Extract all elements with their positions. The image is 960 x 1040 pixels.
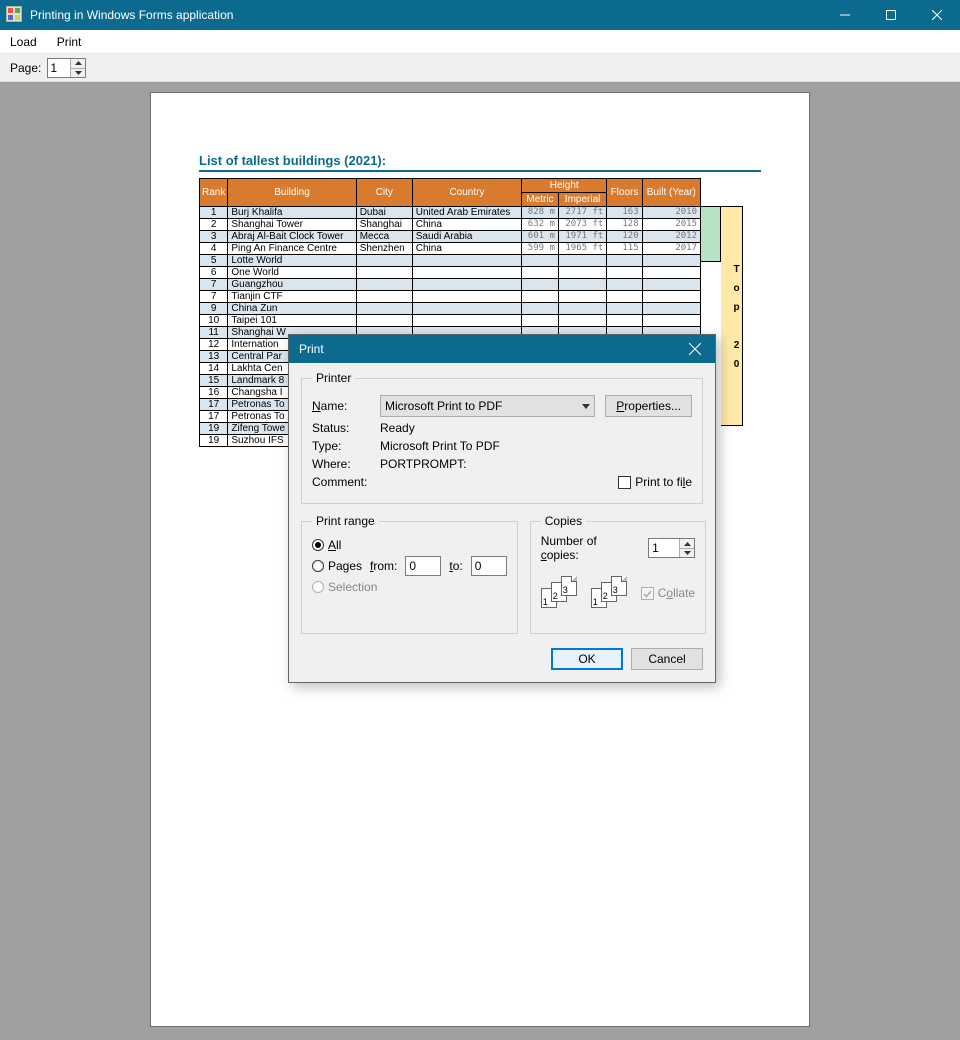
- comment-label: Comment:: [312, 475, 380, 489]
- page-label: Page:: [10, 61, 41, 75]
- th-floors: Floors: [607, 179, 642, 207]
- chevron-down-icon: [582, 404, 590, 409]
- printer-select[interactable]: Microsoft Print to PDF: [380, 395, 595, 417]
- th-rank: Rank: [200, 179, 228, 207]
- ok-button[interactable]: OK: [551, 648, 623, 670]
- top20-sidebar: Top 20: [721, 206, 743, 426]
- table-row: 7Guangzhou: [200, 279, 701, 291]
- top5-sidebar: [701, 206, 721, 262]
- range-all-radio[interactable]: All: [312, 538, 341, 552]
- printer-name-label: Name:: [312, 399, 380, 413]
- page-spin-down[interactable]: [71, 68, 85, 77]
- table-row: 5Lotte World: [200, 255, 701, 267]
- cancel-button[interactable]: Cancel: [631, 648, 703, 670]
- table-row: 4Ping An Finance CentreShenzhenChina599 …: [200, 243, 701, 255]
- from-label: from:: [370, 559, 397, 573]
- menu-load[interactable]: Load: [0, 33, 47, 51]
- copies-input[interactable]: [649, 539, 679, 557]
- table-row: 1Burj KhalifaDubaiUnited Arab Emirates82…: [200, 207, 701, 219]
- table-row: 9China Zun: [200, 303, 701, 315]
- document-title: List of tallest buildings (2021):: [199, 153, 761, 172]
- table-row: 3Abraj Al-Bait Clock TowerMeccaSaudi Ara…: [200, 231, 701, 243]
- where-label: Where:: [312, 457, 380, 471]
- properties-button[interactable]: Properties...: [605, 395, 692, 417]
- copies-legend: Copies: [541, 514, 586, 528]
- to-label: to:: [449, 559, 462, 573]
- type-value: Microsoft Print To PDF: [380, 439, 500, 453]
- window-titlebar: Printing in Windows Forms application: [0, 0, 960, 30]
- page-spin-up[interactable]: [71, 59, 85, 68]
- from-input[interactable]: [405, 556, 441, 576]
- th-height: Height: [522, 179, 607, 193]
- collate-icon: 321: [591, 576, 635, 610]
- preview-area: List of tallest buildings (2021): Rank B…: [0, 82, 960, 1040]
- th-built: Built (Year): [642, 179, 700, 207]
- minimize-button[interactable]: [822, 0, 868, 30]
- range-pages-radio[interactable]: Pages: [312, 559, 362, 573]
- collate-checkbox: Collate: [641, 586, 695, 600]
- app-icon: [6, 6, 24, 24]
- table-row: 2Shanghai TowerShanghaiChina632 m2073 ft…: [200, 219, 701, 231]
- status-value: Ready: [380, 421, 415, 435]
- maximize-button[interactable]: [868, 0, 914, 30]
- print-to-file-label: Print to file: [635, 475, 692, 489]
- toolbar: Page:: [0, 54, 960, 82]
- collate-icon: 321: [541, 576, 585, 610]
- menu-bar: Load Print: [0, 30, 960, 54]
- th-metric: Metric: [522, 193, 559, 207]
- status-label: Status:: [312, 421, 380, 435]
- printer-group: Printer Name: Microsoft Print to PDF Pro…: [301, 371, 703, 504]
- table-row: 6One World: [200, 267, 701, 279]
- copies-group: Copies Number of copies:: [530, 514, 706, 634]
- range-selection-radio: Selection: [312, 580, 377, 594]
- print-dialog: Print Printer Name: Microsoft Print to P…: [288, 334, 716, 683]
- print-range-legend: Print range: [312, 514, 379, 528]
- copies-spin-up[interactable]: [680, 539, 694, 548]
- where-value: PORTPROMPT:: [380, 457, 466, 471]
- print-range-group: Print range All Pages from: to: Selectio…: [301, 514, 518, 634]
- copies-label: Number of copies:: [541, 534, 632, 562]
- dialog-close-button[interactable]: [675, 335, 715, 363]
- th-city: City: [356, 179, 412, 207]
- type-label: Type:: [312, 439, 380, 453]
- table-row: 7Tianjin CTF: [200, 291, 701, 303]
- menu-print[interactable]: Print: [47, 33, 92, 51]
- window-title: Printing in Windows Forms application: [30, 8, 822, 22]
- dialog-titlebar: Print: [289, 335, 715, 363]
- printer-legend: Printer: [312, 371, 355, 385]
- copies-spin-down[interactable]: [680, 548, 694, 557]
- page-input[interactable]: [48, 59, 70, 77]
- to-input[interactable]: [471, 556, 507, 576]
- printer-selected: Microsoft Print to PDF: [385, 399, 582, 413]
- table-row: 10Taipei 101: [200, 315, 701, 327]
- dialog-title: Print: [299, 342, 675, 356]
- close-button[interactable]: [914, 0, 960, 30]
- th-imperial: Imperial: [558, 193, 606, 207]
- th-building: Building: [228, 179, 356, 207]
- print-to-file-checkbox[interactable]: Print to file: [618, 475, 692, 489]
- th-country: Country: [412, 179, 521, 207]
